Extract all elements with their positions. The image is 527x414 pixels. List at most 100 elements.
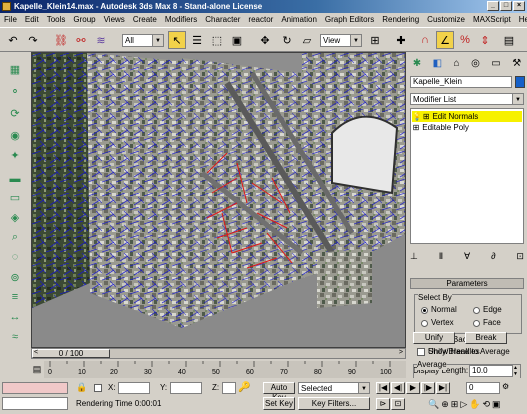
menu-customize[interactable]: Customize [423,13,469,26]
scale-icon[interactable]: ▱ [298,31,316,49]
zoom-all-icon[interactable]: ⊕ [441,399,449,410]
pin-stack-icon[interactable]: ⊥ [410,251,418,262]
redo-icon[interactable]: ↷ [24,31,42,49]
maxscript-listener-mini[interactable] [2,382,68,394]
create-icon[interactable]: ▦ [6,60,24,78]
select-by-name-icon[interactable]: ☰ [188,31,206,49]
current-frame-field[interactable]: 0 [466,382,500,394]
named-selection-icon[interactable]: ▤ [500,31,518,49]
menu-animation[interactable]: Animation [277,13,321,26]
expand-icon[interactable]: ⊞ [422,111,430,122]
object-name-field[interactable]: Kapelle_Klein [410,76,512,88]
zoom-icon[interactable]: 🔍 [428,399,439,410]
normal-radio[interactable] [421,307,428,314]
vertex-radio[interactable] [421,320,428,327]
motion-icon[interactable]: ◉ [6,126,24,144]
bind-spacewarp-icon[interactable]: ≋ [92,31,110,49]
motion-tab-icon[interactable]: ◎ [471,58,480,69]
sphere-icon[interactable]: ◈ [6,208,24,226]
window-crossing-icon[interactable]: ▣ [228,31,246,49]
modifier-list-dropdown[interactable]: Modifier List ▼ [410,93,524,105]
menu-rendering[interactable]: Rendering [378,13,423,26]
stack-item-editable-poly[interactable]: ⊞ Editable Poly [412,122,522,133]
menu-reactor[interactable]: reactor [244,13,277,26]
hierarchy-icon[interactable]: ⟳ [6,104,24,122]
parameters-rollout-header[interactable]: Parameters [410,278,524,289]
y-coord-field[interactable] [170,382,202,394]
utilities-icon[interactable]: ▬ [6,170,24,188]
app-icon[interactable] [2,2,11,11]
angle-snap-icon[interactable]: ∠ [436,31,454,49]
play-icon[interactable]: ▶ [406,382,420,394]
set-key-button[interactable]: Set Key [263,397,295,410]
snap-3d-icon[interactable]: ∩ [416,31,434,49]
auto-key-button[interactable]: Auto Key [263,382,295,402]
menu-group[interactable]: Group [69,13,99,26]
torus-icon[interactable]: ⊚ [6,268,24,286]
go-to-end-icon[interactable]: ▶| [436,382,450,394]
ref-coord-dropdown[interactable]: View ▼ [320,34,362,47]
show-end-result-icon[interactable]: Ⅱ [439,251,443,262]
selection-filter-dropdown[interactable]: All ▼ [122,34,164,47]
display-icon[interactable]: ✦ [6,146,24,164]
next-frame-icon[interactable]: |▶ [421,382,435,394]
cone-icon[interactable]: ◌ [6,248,24,266]
configure-sets-icon[interactable]: ⊡ [516,251,524,262]
hierarchy-tab-icon[interactable]: ⌂ [454,58,460,69]
unify-break-average-checkbox[interactable] [417,348,425,356]
menu-graph-editors[interactable]: Graph Editors [321,13,378,26]
absolute-mode-checkbox[interactable] [94,384,102,392]
rect-region-icon[interactable]: ⬚ [208,31,226,49]
modify-tab-icon[interactable]: ◧ [433,58,442,69]
maximize-viewport-icon[interactable]: ▣ [492,399,501,410]
key-icon[interactable]: 🔑 [238,382,250,393]
slider-prev-icon[interactable]: < [34,349,38,356]
lock-selection-icon[interactable]: 🔒 [76,382,87,393]
slider-next-icon[interactable]: > [399,349,403,356]
time-slider[interactable]: 0 / 100 < > [31,348,406,359]
lightbulb-icon[interactable]: 💡 [412,111,422,122]
spinner-snap-icon[interactable]: ⇕ [476,31,494,49]
maximize-button[interactable]: □ [500,1,512,11]
geosphere-icon[interactable]: ≈ [6,328,24,346]
track-bar[interactable]: 0 10 20 30 40 50 60 70 80 90 100 [44,361,406,378]
move-icon[interactable]: ✥ [256,31,274,49]
menu-help[interactable]: Help [515,13,527,26]
menu-edit[interactable]: Edit [21,13,43,26]
rotate-icon[interactable]: ↻ [278,31,296,49]
selection-set-dropdown[interactable]: Selected ▼ [298,382,370,394]
time-config-icon[interactable]: ⚙ [502,382,524,394]
perspective-viewport[interactable] [31,52,406,348]
pan-icon[interactable]: ✋ [469,399,480,410]
z-coord-field[interactable] [222,382,236,394]
object-color-swatch[interactable] [515,76,525,88]
time-config-button-icon[interactable]: ⊡ [391,398,405,410]
display-tab-icon[interactable]: ▭ [491,58,500,69]
undo-icon[interactable]: ↶ [4,31,22,49]
link-icon[interactable]: ⛓ [52,31,70,49]
menu-file[interactable]: File [0,13,21,26]
key-mode-icon[interactable]: ⊳ [376,398,390,410]
close-button[interactable]: × [513,1,525,11]
menu-maxscript[interactable]: MAXScript [469,13,515,26]
box-icon[interactable]: ▭ [6,188,24,206]
menu-character[interactable]: Character [201,13,244,26]
break-button[interactable]: Break [465,332,507,344]
expand-icon[interactable]: ⊞ [412,122,420,133]
menu-modifiers[interactable]: Modifiers [161,13,201,26]
maxscript-input[interactable] [2,397,68,410]
minimize-button[interactable]: _ [487,1,499,11]
stack-item-edit-normals[interactable]: 💡 ⊞ Edit Normals [412,111,522,122]
percent-snap-icon[interactable]: % [456,31,474,49]
make-unique-icon[interactable]: ∀ [464,251,470,262]
x-coord-field[interactable] [118,382,150,394]
utilities-tab-icon[interactable]: ⚒ [512,58,521,69]
pivot-icon[interactable]: ⊞ [366,31,384,49]
tube-icon[interactable]: ≡ [6,288,24,306]
go-to-start-icon[interactable]: |◀ [376,382,390,394]
time-slider-thumb[interactable]: 0 / 100 [32,349,110,358]
previous-frame-icon[interactable]: ◀| [391,382,405,394]
zoom-extents-icon[interactable]: ⊞ [451,399,459,410]
menu-views[interactable]: Views [100,13,129,26]
menu-tools[interactable]: Tools [43,13,70,26]
